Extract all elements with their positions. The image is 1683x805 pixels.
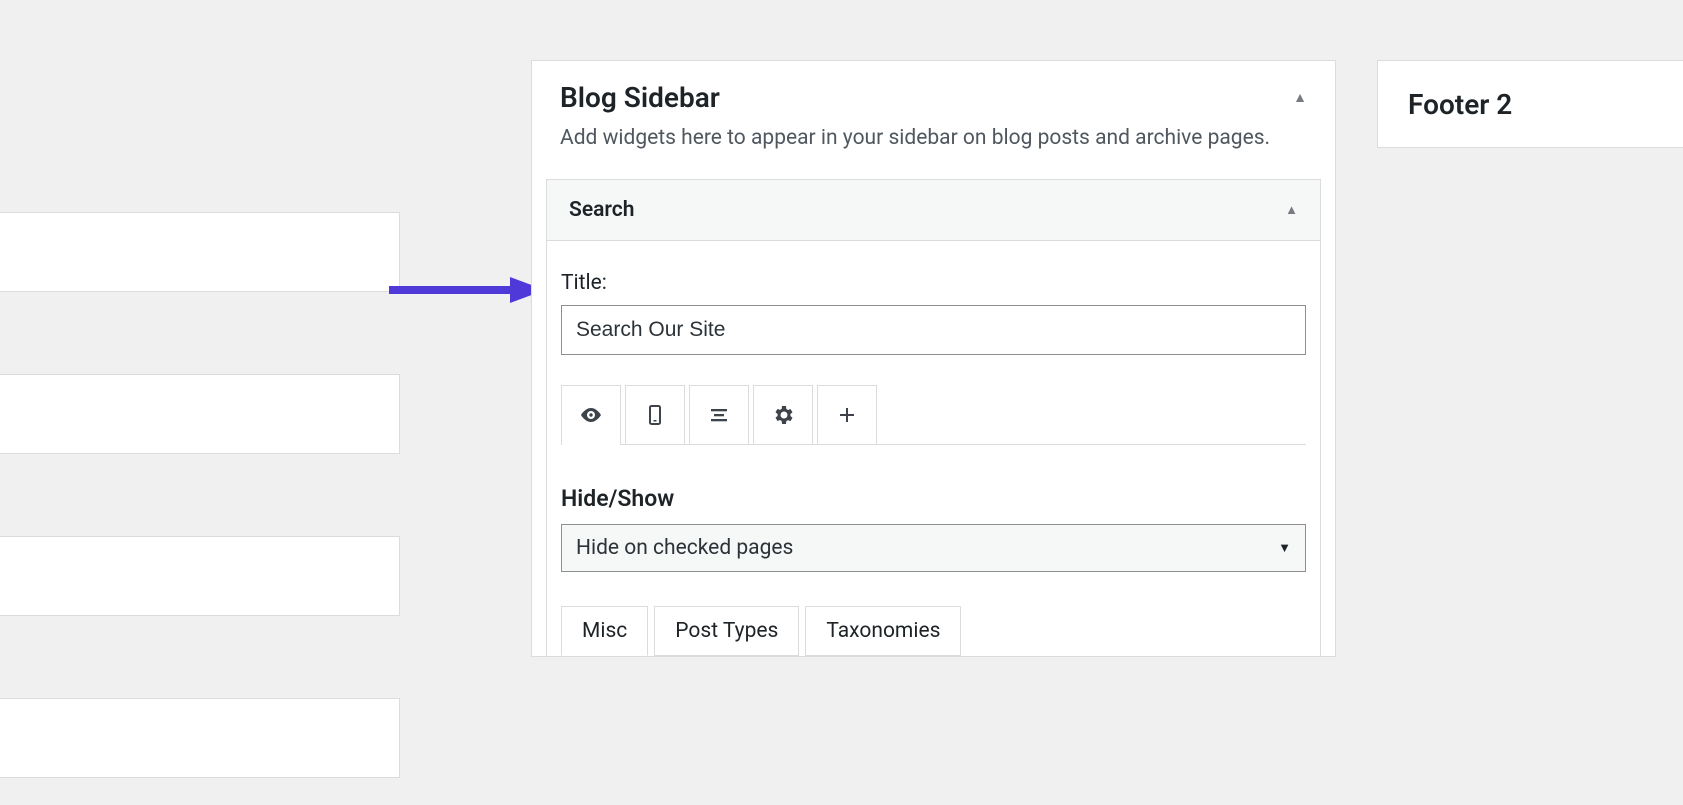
widget-header[interactable]: Search ▲ bbox=[547, 180, 1320, 241]
available-widgets-desc-fragment: d delete its settings, drag it back. bbox=[0, 135, 400, 167]
sidebar-area-title: Footer 2 bbox=[1408, 88, 1512, 121]
icon-tab-row bbox=[561, 385, 1306, 445]
hide-show-value: Hide on checked pages bbox=[576, 536, 793, 560]
caret-down-icon: ▼ bbox=[1278, 540, 1291, 556]
plus-icon bbox=[835, 403, 859, 427]
title-input[interactable] bbox=[561, 305, 1306, 355]
tab-visibility[interactable] bbox=[561, 385, 621, 445]
tab-add[interactable] bbox=[817, 385, 877, 445]
tab-post-types[interactable]: Post Types bbox=[654, 606, 799, 656]
available-widget-item[interactable] bbox=[0, 374, 400, 454]
widget-search: Search ▲ Title: bbox=[546, 179, 1321, 656]
tab-underline bbox=[561, 444, 1306, 445]
annotation-arrow bbox=[385, 273, 545, 307]
available-widget-desc: n of categories. bbox=[0, 474, 400, 498]
context-tabs: Misc Post Types Taxonomies bbox=[561, 606, 1306, 656]
align-icon bbox=[707, 403, 731, 427]
sidebar-area-footer-2[interactable]: Footer 2 bbox=[1377, 60, 1683, 148]
available-widget-desc: player. bbox=[0, 312, 400, 336]
widget-name: Search bbox=[569, 198, 634, 222]
tab-settings[interactable] bbox=[753, 385, 813, 445]
sidebar-area-description: Add widgets here to appear in your sideb… bbox=[532, 122, 1335, 179]
widget-body: Title: bbox=[547, 241, 1320, 656]
sidebar-area-title: Blog Sidebar bbox=[560, 81, 720, 114]
caret-up-icon: ▲ bbox=[1293, 89, 1307, 106]
hide-show-select[interactable]: Hide on checked pages ▼ bbox=[561, 524, 1306, 572]
hide-show-header: Hide/Show bbox=[561, 485, 1306, 512]
tab-taxonomies[interactable]: Taxonomies bbox=[805, 606, 961, 656]
gear-icon bbox=[771, 403, 795, 427]
available-widget-desc: e gallery. bbox=[0, 636, 400, 660]
available-widget-item[interactable] bbox=[0, 536, 400, 616]
tab-devices[interactable] bbox=[625, 385, 685, 445]
available-widgets-column: d delete its settings, drag it back. pla… bbox=[0, 135, 400, 798]
eye-icon bbox=[579, 403, 603, 427]
tab-misc[interactable]: Misc bbox=[561, 606, 648, 656]
tab-alignment[interactable] bbox=[689, 385, 749, 445]
mobile-icon bbox=[643, 403, 667, 427]
caret-up-icon: ▲ bbox=[1285, 202, 1298, 218]
title-label: Title: bbox=[561, 271, 1306, 295]
available-widget-item[interactable] bbox=[0, 698, 400, 778]
hide-show-section: Hide/Show Hide on checked pages ▼ Misc P… bbox=[561, 445, 1306, 656]
available-widget-item[interactable] bbox=[0, 212, 400, 292]
sidebar-area-header[interactable]: Blog Sidebar ▲ bbox=[532, 61, 1335, 122]
sidebar-area-blog-sidebar: Blog Sidebar ▲ Add widgets here to appea… bbox=[531, 60, 1336, 657]
